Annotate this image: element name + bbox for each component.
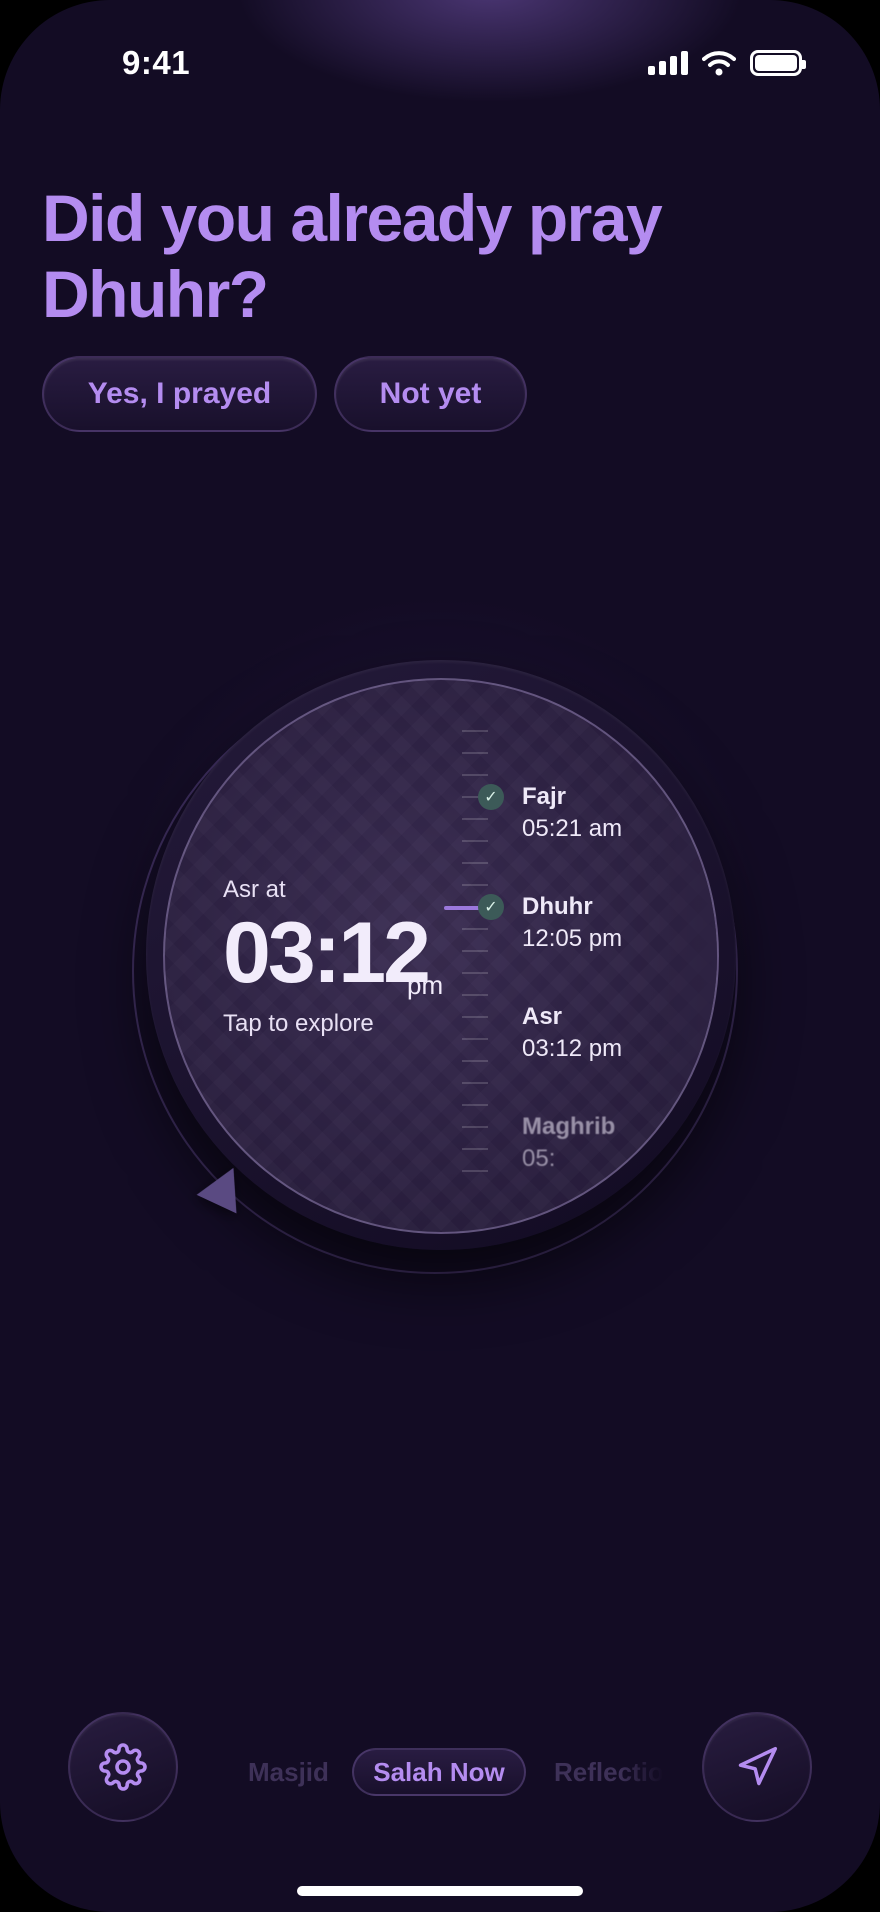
prayer-name: Asr bbox=[522, 1003, 563, 1030]
tab-masjid[interactable]: Masjid bbox=[248, 1748, 329, 1796]
prayer-question: Did you already pray Dhuhr? bbox=[42, 181, 663, 331]
tap-to-explore-hint: Tap to explore bbox=[223, 1010, 374, 1037]
battery-icon bbox=[750, 50, 806, 76]
prayer-name: Fajr bbox=[522, 783, 567, 810]
home-indicator[interactable] bbox=[297, 1886, 583, 1896]
prayer-time: 05:21 am bbox=[522, 815, 623, 842]
prayer-time: 05: bbox=[522, 1145, 556, 1172]
prayer-item-maghrib[interactable]: Maghrib 05: bbox=[522, 1112, 615, 1176]
prayer-item-asr[interactable]: Asr 03:12 pm bbox=[522, 1002, 622, 1066]
yes-prayed-button[interactable]: Yes, I prayed bbox=[42, 356, 317, 432]
next-prayer-label: Asr at bbox=[223, 876, 286, 903]
bottom-tabs: Masjid Salah Now Reflections bbox=[230, 1748, 664, 1796]
not-yet-button[interactable]: Not yet bbox=[334, 356, 527, 432]
settings-button[interactable] bbox=[68, 1712, 178, 1822]
navigation-arrow-icon bbox=[738, 1746, 778, 1786]
answer-buttons: Yes, I prayed Not yet bbox=[42, 356, 527, 432]
check-icon: ✓ bbox=[478, 784, 504, 810]
prayer-time: 03:12 pm bbox=[522, 1035, 623, 1062]
status-time: 9:41 bbox=[122, 44, 191, 81]
gear-icon bbox=[99, 1743, 147, 1791]
wifi-icon bbox=[702, 51, 736, 76]
prayer-name: Dhuhr bbox=[522, 893, 593, 920]
cellular-signal-icon bbox=[648, 51, 688, 75]
prayer-item-fajr[interactable]: ✓ Fajr 05:21 am bbox=[478, 782, 623, 846]
prayer-item-dhuhr[interactable]: ✓ Dhuhr 12:05 pm bbox=[478, 892, 623, 956]
tab-salah-now[interactable]: Salah Now bbox=[352, 1748, 526, 1796]
next-prayer-time: 03:12 bbox=[223, 905, 431, 1001]
tab-reflections[interactable]: Reflections bbox=[554, 1748, 664, 1796]
prayer-dial[interactable]: Asr at 03:12 pm Tap to explore ✓ Fajr 05… bbox=[163, 678, 719, 1234]
app-screen: 9:41 Did you already pray Dhuhr? Yes, I … bbox=[0, 0, 880, 1912]
check-icon: ✓ bbox=[478, 894, 504, 920]
prayer-name: Maghrib bbox=[522, 1113, 616, 1140]
status-icons bbox=[648, 50, 806, 76]
location-button[interactable] bbox=[702, 1712, 812, 1822]
prayer-time: 12:05 pm bbox=[522, 925, 623, 952]
next-prayer-ampm: pm bbox=[407, 970, 444, 1000]
